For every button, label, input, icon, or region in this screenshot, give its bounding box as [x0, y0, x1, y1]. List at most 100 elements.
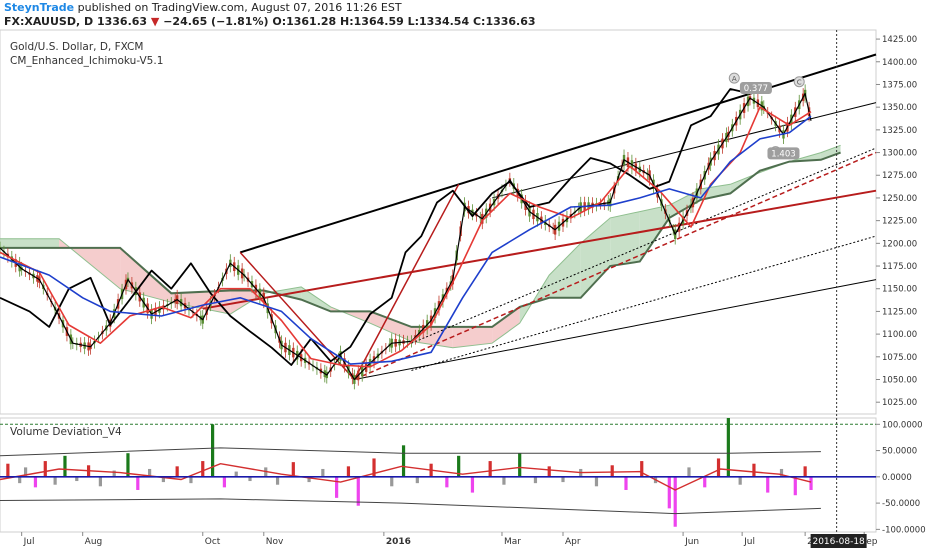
fib-ratio-label: 1.403 — [771, 149, 795, 159]
indicator-label[interactable]: CM_Enhanced_Ichimoku-V5.1 — [10, 55, 163, 67]
volume-bar — [189, 476, 193, 484]
last-price: 1336.63 — [96, 15, 148, 28]
volume-bar — [43, 461, 47, 477]
volume-bar — [33, 476, 38, 488]
volume-bar — [63, 455, 67, 477]
volume-bar — [390, 476, 394, 487]
fib-ratio-label: 0.377 — [744, 84, 768, 94]
volume-bar — [335, 476, 339, 498]
volume-bar — [610, 465, 614, 477]
y-tick-label: 1100.00 — [882, 330, 917, 340]
volume-bar — [673, 476, 677, 527]
y-tick-label: 1375.00 — [882, 80, 917, 90]
cloud-segment — [580, 217, 611, 298]
x-tick-label: 2016 — [386, 537, 411, 547]
x-tick-label: Jul — [23, 537, 35, 547]
volume-bar — [809, 476, 813, 490]
x-tick-label: Nov — [266, 537, 284, 547]
volume-bar — [415, 476, 419, 484]
low-value: L:1334.54 — [407, 15, 470, 28]
y-tick-label: 1075.00 — [882, 353, 917, 363]
cloud-segment — [0, 238, 60, 248]
volume-bar — [18, 476, 22, 484]
x-tick-label: Jul — [743, 537, 755, 547]
volume-pane-title[interactable]: Volume Deviation_V4 — [10, 426, 122, 438]
cursor-date-label: 2016-08-18 — [812, 537, 865, 547]
y-tick-label: 1150.00 — [882, 285, 917, 295]
open-value: O:1361.28 — [272, 15, 337, 28]
volume-bar — [175, 466, 179, 477]
volume-bar — [401, 445, 406, 477]
x-tick-label: Apr — [565, 537, 581, 547]
volume-bar — [533, 476, 538, 484]
senkou-b-line — [0, 151, 841, 328]
y-tick-label: 1400.00 — [882, 58, 917, 68]
volume-bar — [793, 476, 797, 496]
volume-bar — [356, 476, 360, 506]
y-tick-label: 1275.00 — [882, 171, 917, 181]
drawing-channel-upper-inner — [492, 102, 877, 199]
volume-bar — [738, 476, 742, 485]
y-tick-label: 1250.00 — [882, 194, 917, 204]
y-tick-label: 1200.00 — [882, 239, 917, 249]
volume-bar — [136, 476, 140, 490]
volume-bar — [726, 418, 730, 477]
volume-bar — [687, 467, 691, 477]
drawing-red-wedge — [353, 183, 460, 380]
volume-bar — [488, 461, 492, 477]
volume-bar — [6, 463, 10, 477]
volume-bar — [98, 476, 102, 487]
annotation-label: C — [797, 79, 802, 87]
annotation-label: A — [732, 75, 737, 83]
y-tick-label: 1025.00 — [882, 398, 917, 408]
vol-y-tick-label: 0.0000 — [882, 473, 912, 483]
y-tick-label: 1350.00 — [882, 103, 917, 113]
x-tick-label: Jun — [684, 537, 699, 547]
volume-bar — [716, 458, 721, 477]
main-pane-title: Gold/U.S. Dollar, D, FXCM — [10, 41, 144, 53]
volume-bar — [470, 476, 475, 493]
volume-bar — [211, 424, 215, 477]
cloud-segment — [452, 326, 493, 348]
volume-bar — [346, 466, 351, 477]
vol-lower-band — [0, 498, 821, 515]
volume-bar — [112, 470, 116, 477]
volume-bar — [291, 462, 295, 477]
volume-bar — [222, 476, 227, 488]
volume-bar — [53, 476, 57, 485]
y-tick-label: 1175.00 — [882, 262, 917, 272]
volume-bar — [518, 453, 522, 477]
y-tick-label: 1050.00 — [882, 376, 917, 386]
volume-bar — [766, 476, 770, 493]
x-tick-label: ep — [866, 537, 878, 547]
vol-y-tick-label: 50.0000 — [882, 447, 917, 457]
cloud-segment — [820, 145, 841, 160]
publish-line: SteynTrade published on TradingView.com,… — [4, 1, 402, 14]
vol-y-tick-label: -50.0000 — [882, 499, 920, 509]
volume-bar — [445, 476, 449, 488]
brand-name[interactable]: SteynTrade — [4, 1, 74, 14]
y-tick-label: 1425.00 — [882, 35, 917, 45]
change-value: −24.65 (−1.81%) — [163, 15, 269, 28]
close-value: C:1336.63 — [472, 15, 536, 28]
vol-upper-band — [0, 447, 821, 457]
vol-y-tick-label: -100.0000 — [882, 525, 926, 535]
volume-bar — [752, 463, 756, 477]
volume-bar — [201, 461, 205, 477]
y-tick-label: 1300.00 — [882, 149, 917, 159]
volume-pane-frame — [0, 417, 877, 533]
x-tick-label: Mar — [504, 537, 521, 547]
high-value: H:1364.59 — [340, 15, 404, 28]
volume-bar — [321, 468, 325, 477]
x-tick-label: Aug — [85, 537, 103, 547]
volume-bar — [502, 476, 506, 485]
vol-y-tick-label: 100.0000 — [882, 420, 923, 430]
y-tick-label: 1325.00 — [882, 126, 917, 136]
ohlc-line: FX:XAUUSD, D 1336.63 ▼ −24.65 (−1.81%) O… — [4, 15, 536, 28]
y-tick-label: 1125.00 — [882, 307, 917, 317]
volume-bar — [640, 461, 644, 477]
volume-bar — [547, 466, 551, 477]
volume-bars — [6, 418, 813, 527]
volume-bar — [275, 476, 280, 485]
volume-bar — [703, 476, 707, 488]
